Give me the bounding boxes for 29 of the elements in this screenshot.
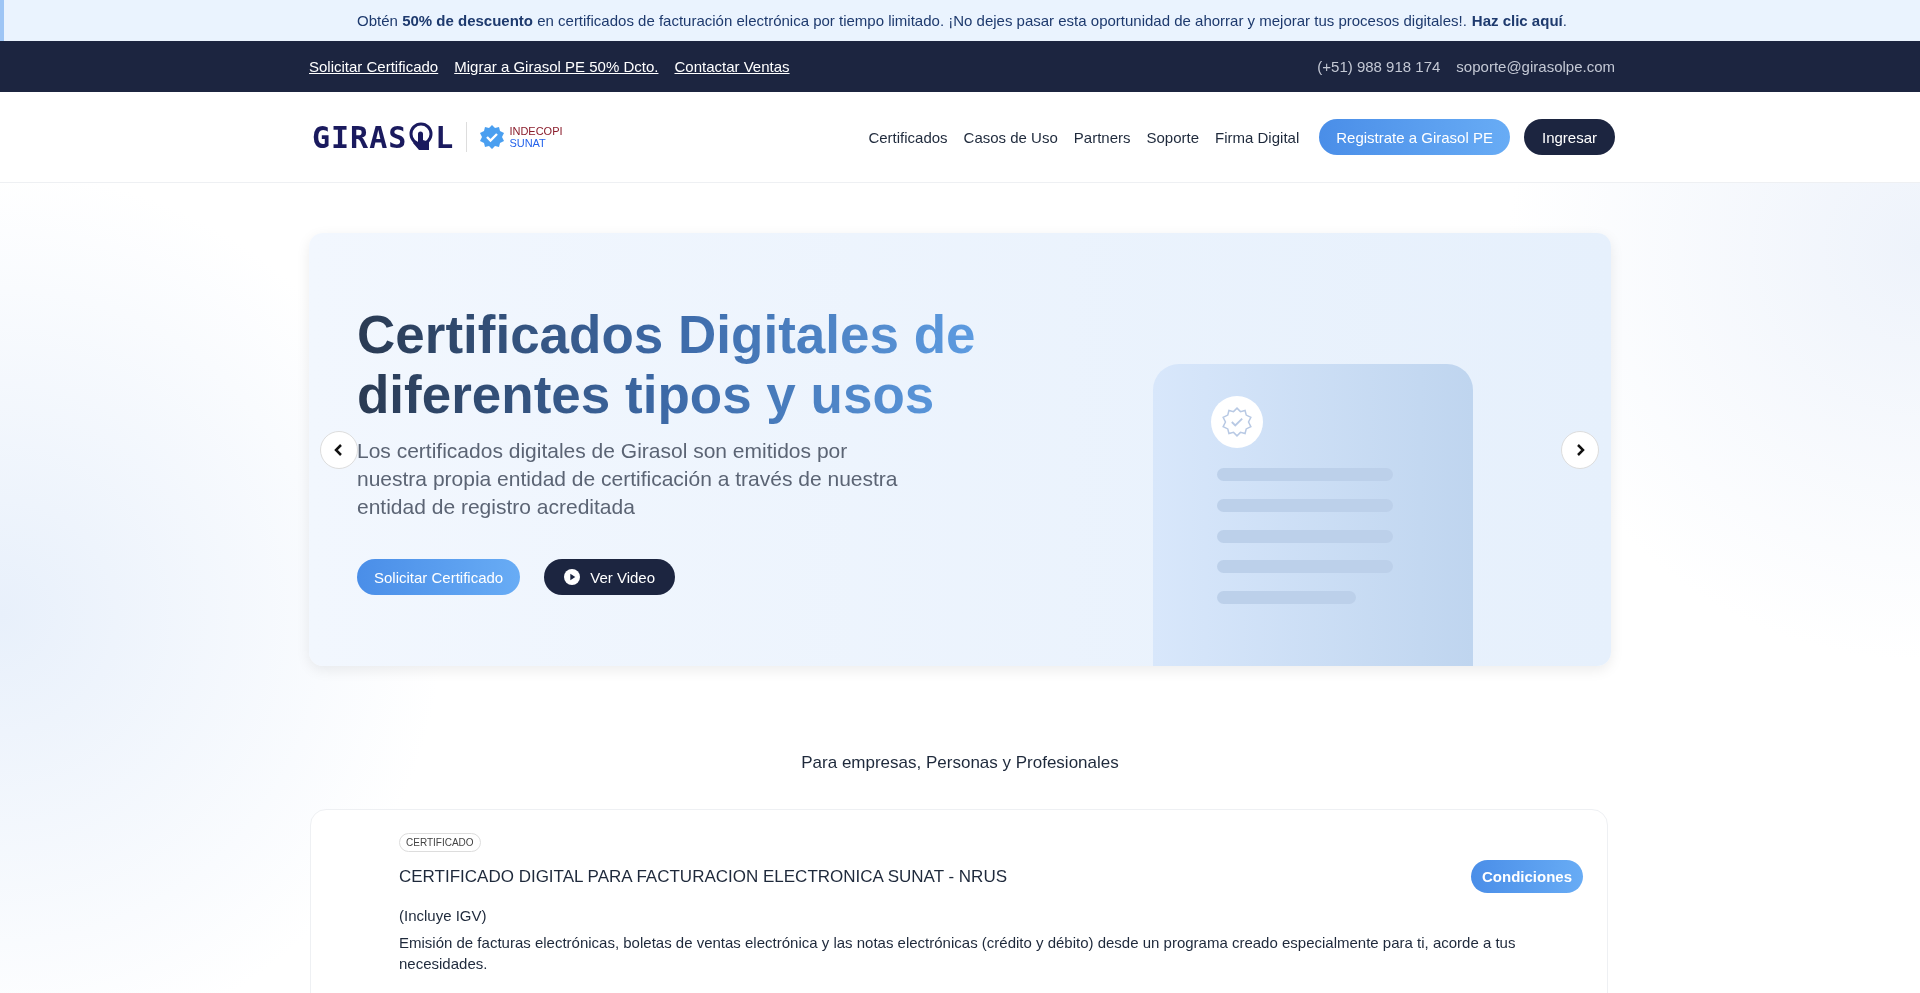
top-link[interactable]: Migrar a Girasol PE 50% Dcto. <box>454 58 659 75</box>
nav-link[interactable]: Firma Digital <box>1215 128 1300 146</box>
price-note: (Incluye IGV) <box>399 907 488 924</box>
section-heading: Para empresas, Personas y Profesionales <box>800 753 1120 773</box>
nav-link[interactable]: Certificados <box>868 128 948 146</box>
product-description: Emisión de facturas electrónicas, boletas de ventas electrónica y las notas electrónicas (crédito y débito) desde un programa creado especialmente para ti, acorde a tus necesidades. <box>399 933 1517 974</box>
verified-badge-icon <box>479 124 506 150</box>
top-link[interactable]: Contactar Ventas <box>674 58 790 75</box>
chevron-right-icon <box>1574 443 1586 457</box>
email-text: soporte@girasolpe.com <box>1456 58 1615 75</box>
nav-link[interactable]: Soporte <box>1146 128 1200 146</box>
hero-subtitle: Los certificados digitales de Girasol son emitidos por nuestra propia entidad de certificación a través de nuestra entidad de registro acreditada <box>357 438 899 520</box>
badge-text: INDECOPI <box>509 125 563 137</box>
nav-link[interactable]: Casos de Uso <box>963 128 1058 146</box>
video-button[interactable]: Ver Video <box>544 559 675 595</box>
badge-text: SUNAT <box>509 137 547 149</box>
logo-text: GIRAS <box>312 119 408 155</box>
chevron-left-icon <box>333 443 345 457</box>
verified-badge-icon <box>1222 407 1252 437</box>
promo-link[interactable]: Haz clic aquí <box>1471 12 1563 29</box>
phone-text: (+51) 988 918 174 <box>1317 58 1441 75</box>
logo-text: L <box>435 119 455 155</box>
product-title: CERTIFICADO DIGITAL PARA FACTURACION ELECTRONICA SUNAT - NRUS <box>399 866 1007 887</box>
promo-text: . <box>1562 12 1567 29</box>
play-icon <box>564 569 581 585</box>
nav-link[interactable]: Partners <box>1073 128 1131 146</box>
login-button[interactable]: Ingresar <box>1523 119 1615 155</box>
promo-text: Obtén 50% de descuento en certificados de facturación electrónica por tiempo limitado. ¡No dejes pasar esta oportunidad de ahorrar y mejorar tus procesos digitales!. <box>357 12 1467 29</box>
top-link[interactable]: Solicitar Certificado <box>309 58 439 75</box>
